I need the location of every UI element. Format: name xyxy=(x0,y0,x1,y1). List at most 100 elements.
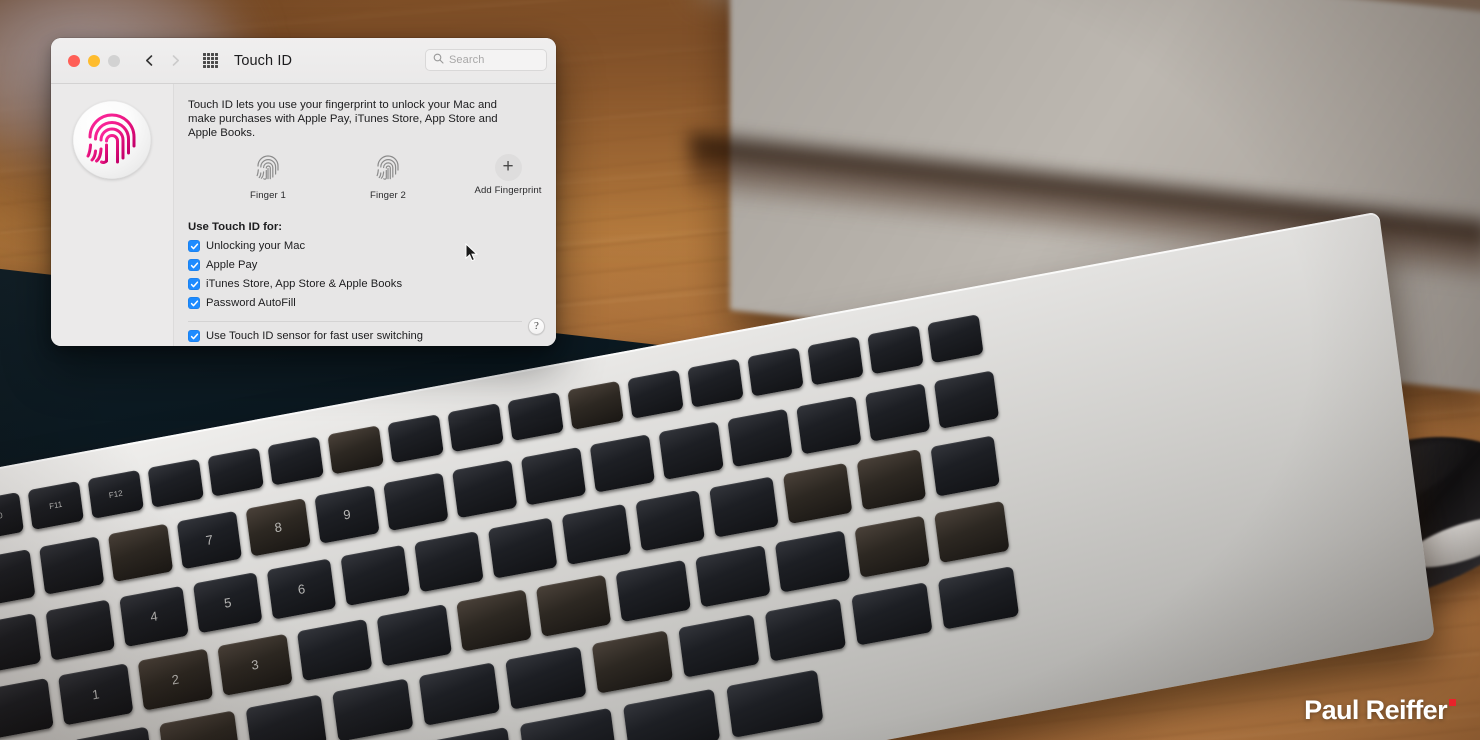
minimize-window-button[interactable] xyxy=(88,55,100,67)
fingerprint-item[interactable]: Finger 1 xyxy=(236,154,300,201)
keyboard-key xyxy=(627,370,683,419)
touch-id-fingerprint-icon xyxy=(84,109,140,172)
checkbox-checked[interactable] xyxy=(188,240,200,252)
keyboard-key xyxy=(687,359,743,408)
keyboard-key: 4 xyxy=(119,586,188,647)
keyboard-key xyxy=(851,582,932,645)
keyboard-key xyxy=(377,604,452,666)
keyboard-key xyxy=(765,598,846,661)
touch-id-description: Touch ID lets you use your fingerprint t… xyxy=(188,98,508,140)
keyboard-key xyxy=(267,436,323,485)
preferences-sidebar xyxy=(51,84,174,346)
keyboard-key xyxy=(867,325,923,374)
keyboard-key xyxy=(456,589,531,651)
keyboard-key: 5 xyxy=(193,572,262,633)
option-label: Apple Pay xyxy=(206,259,257,271)
keyboard-key xyxy=(562,504,631,565)
keyboard-key xyxy=(865,383,930,442)
option-label: Password AutoFill xyxy=(206,297,296,309)
navigation-buttons xyxy=(143,54,182,67)
keyboard-key xyxy=(414,531,483,592)
keyboard-key: 1 xyxy=(58,663,133,725)
page-title: Touch ID xyxy=(234,53,292,69)
keyboard-key: 8 xyxy=(246,498,311,557)
keyboard-key: 3 xyxy=(217,634,292,696)
forward-chevron-icon xyxy=(169,54,182,67)
keyboard-key: 6 xyxy=(267,558,336,619)
fingerprint-icon xyxy=(376,154,400,186)
keyboard-key: F10 xyxy=(0,492,24,541)
keyboard-key: F11 xyxy=(28,481,84,530)
option-label: Unlocking your Mac xyxy=(206,240,305,252)
keyboard-key xyxy=(419,662,500,725)
enrolled-fingerprints-list: Finger 1 Finger 2 + Add Fingerprint xyxy=(188,154,540,201)
keyboard-key xyxy=(108,523,173,582)
keyboard-key xyxy=(938,566,1019,629)
keyboard-key: 7 xyxy=(177,511,242,570)
keyboard-key xyxy=(416,727,513,740)
keyboard-key: F12 xyxy=(88,470,144,519)
checkbox-checked[interactable] xyxy=(188,259,200,271)
search-field[interactable]: Search xyxy=(425,49,547,71)
keyboard-key xyxy=(340,545,409,606)
keyboard-key xyxy=(709,476,778,537)
keyboard-key xyxy=(854,516,929,578)
keyboard-key xyxy=(678,614,759,677)
keyboard-key xyxy=(452,460,517,519)
help-button[interactable]: ? xyxy=(528,318,545,335)
checkbox-checked[interactable] xyxy=(188,330,200,342)
fingerprint-label: Finger 2 xyxy=(370,190,406,201)
search-placeholder: Search xyxy=(449,54,484,66)
option-fast-user-switching[interactable]: Use Touch ID sensor for fast user switch… xyxy=(188,330,540,342)
add-fingerprint-button[interactable]: + Add Fingerprint xyxy=(476,154,540,201)
keyboard-key xyxy=(327,425,383,474)
keyboard-key xyxy=(505,646,586,709)
touch-id-settings-panel: Touch ID lets you use your fingerprint t… xyxy=(174,84,556,346)
keyboard-key: . xyxy=(73,726,154,740)
option-unlocking-your-mac[interactable]: Unlocking your Mac xyxy=(188,240,540,252)
keyboard-key xyxy=(488,517,557,578)
keyboard-key xyxy=(0,613,41,674)
fingerprint-item[interactable]: Finger 2 xyxy=(356,154,420,201)
keyboard-key xyxy=(297,619,372,681)
keyboard-key xyxy=(383,472,448,531)
keyboard-key xyxy=(45,599,114,660)
use-touch-id-for-heading: Use Touch ID for: xyxy=(188,221,540,233)
checkbox-checked[interactable] xyxy=(188,297,200,309)
section-divider xyxy=(188,321,522,322)
keyboard-key xyxy=(0,678,54,740)
back-chevron-icon[interactable] xyxy=(143,54,156,67)
close-window-button[interactable] xyxy=(68,55,80,67)
keyboard-key xyxy=(927,314,983,363)
keyboard-key xyxy=(934,501,1009,563)
keyboard-key xyxy=(747,347,803,396)
checkbox-checked[interactable] xyxy=(188,278,200,290)
keyboard-key xyxy=(623,689,720,740)
keyboard-key xyxy=(695,545,770,607)
keyboard-key xyxy=(775,530,850,592)
show-all-grid-icon[interactable] xyxy=(203,53,218,68)
keyboard-key xyxy=(635,490,704,551)
keyboard-key xyxy=(208,447,264,496)
option-password-autofill[interactable]: Password AutoFill xyxy=(188,297,540,309)
keyboard-key xyxy=(659,421,724,480)
keyboard-key xyxy=(726,670,823,738)
option-apple-pay[interactable]: Apple Pay xyxy=(188,259,540,271)
keyboard-key xyxy=(0,549,36,608)
keyboard-key xyxy=(520,708,617,740)
photographer-watermark: Paul Reiffer xyxy=(1304,695,1456,726)
keyboard-key xyxy=(246,694,327,740)
touch-id-preferences-window[interactable]: Touch ID Search Touch ID lets you use yo… xyxy=(51,38,556,346)
keyboard-key xyxy=(159,710,240,740)
traffic-lights xyxy=(68,55,120,67)
option-itunes-app-store-books[interactable]: iTunes Store, App Store & Apple Books xyxy=(188,278,540,290)
keyboard-key xyxy=(39,536,104,595)
watermark-dot xyxy=(1449,699,1456,706)
keyboard-key xyxy=(507,392,563,441)
keyboard-key xyxy=(930,435,999,496)
window-titlebar: Touch ID Search xyxy=(51,38,556,84)
keyboard-key xyxy=(592,630,673,693)
keyboard-key xyxy=(783,463,852,524)
keyboard-key xyxy=(447,403,503,452)
keyboard-key xyxy=(857,449,926,510)
